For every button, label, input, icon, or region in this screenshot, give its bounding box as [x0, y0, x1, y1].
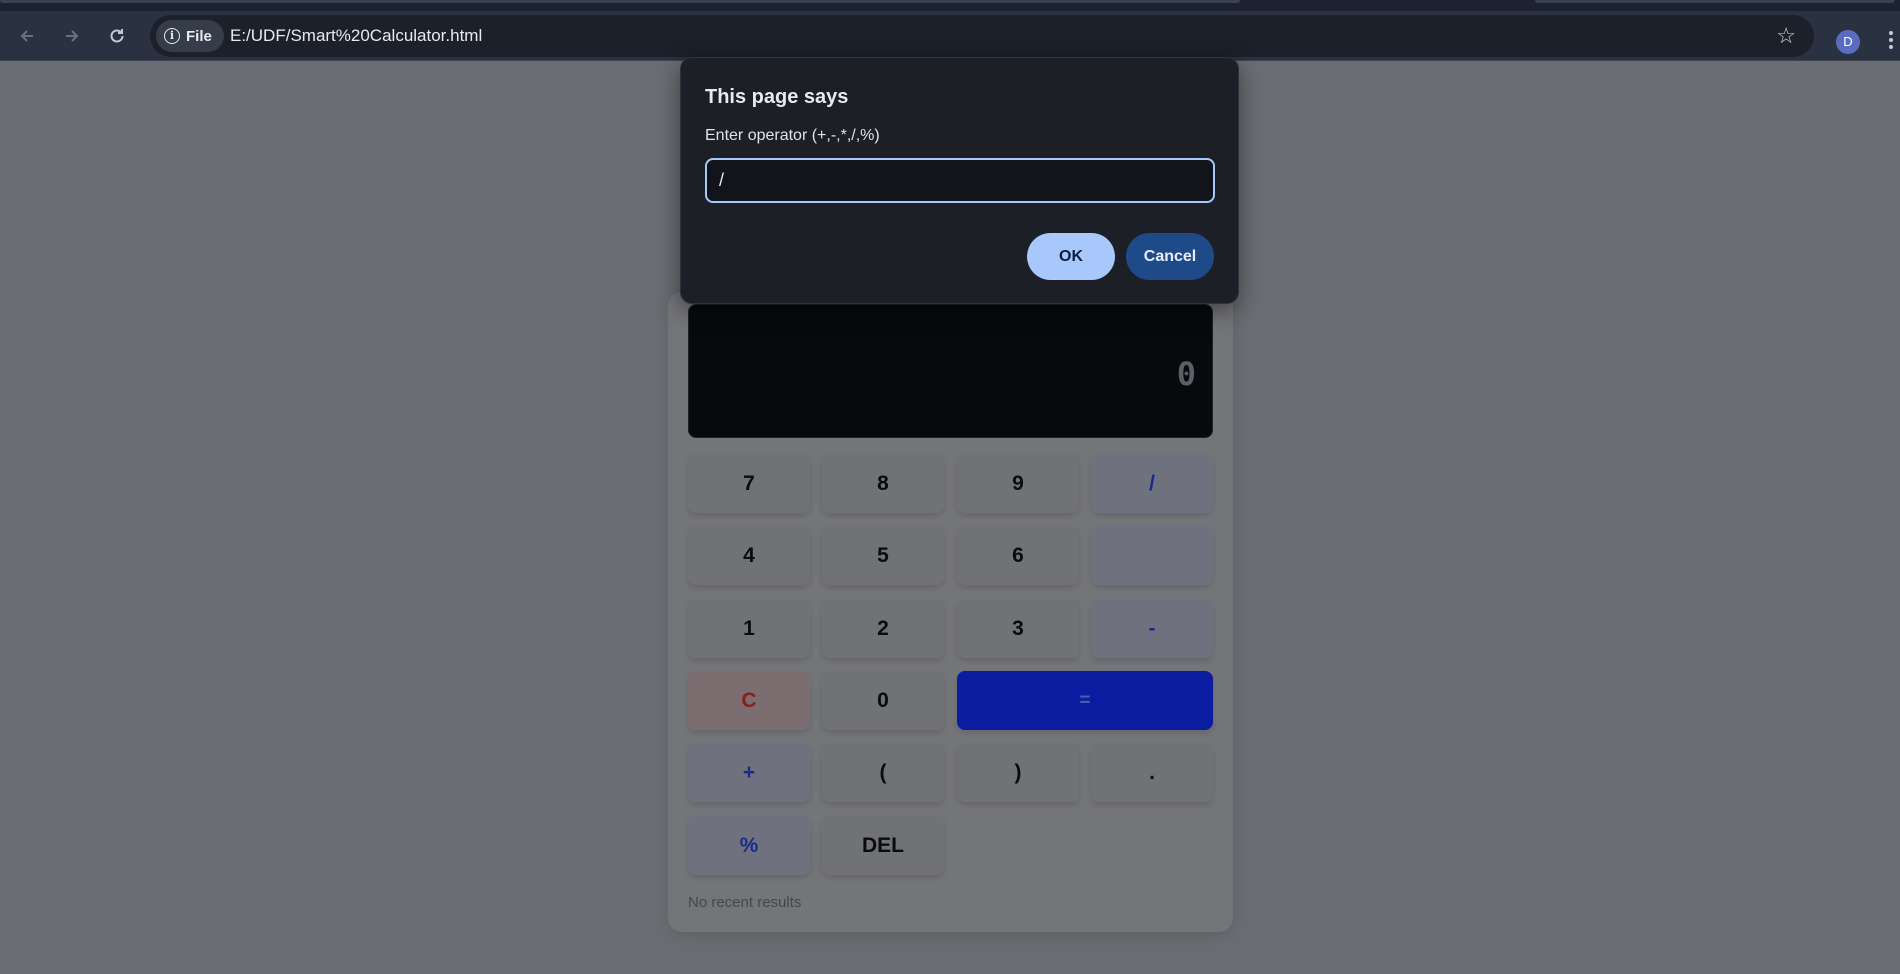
- operator-input[interactable]: [705, 158, 1215, 203]
- profile-avatar[interactable]: D: [1836, 30, 1860, 54]
- arrow-left-icon: [20, 30, 33, 42]
- cancel-button[interactable]: Cancel: [1126, 233, 1214, 280]
- prompt-dialog: This page says Enter operator (+,-,*,/,%…: [680, 57, 1239, 304]
- browser-toolbar: i File E:/UDF/Smart%20Calculator.html ☆ …: [0, 11, 1900, 61]
- tab-edge[interactable]: [0, 0, 1240, 3]
- back-button[interactable]: [10, 19, 44, 53]
- arrow-right-icon: [66, 30, 79, 42]
- ok-button[interactable]: OK: [1027, 233, 1115, 280]
- dialog-title: This page says: [705, 86, 849, 108]
- site-info-chip[interactable]: i File: [156, 20, 224, 52]
- forward-button[interactable]: [55, 19, 89, 53]
- reload-icon: [110, 29, 124, 43]
- url-text[interactable]: E:/UDF/Smart%20Calculator.html: [230, 26, 482, 46]
- star-icon[interactable]: ☆: [1776, 23, 1796, 49]
- kebab-icon[interactable]: [1888, 31, 1894, 49]
- tab-strip: [0, 0, 1900, 11]
- reload-button[interactable]: [100, 19, 134, 53]
- dialog-message: Enter operator (+,-,*,/,%): [705, 127, 880, 144]
- site-chip-label: File: [186, 27, 212, 45]
- address-bar[interactable]: i File E:/UDF/Smart%20Calculator.html ☆: [150, 15, 1814, 57]
- info-icon: i: [164, 28, 180, 44]
- tab-edge[interactable]: [1535, 0, 1895, 3]
